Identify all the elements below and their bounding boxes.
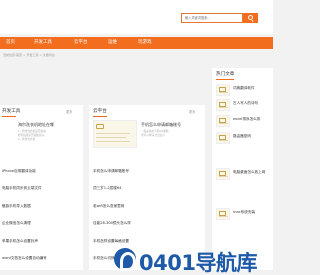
list-item[interactable]: 企业微信怎么清理	[2, 221, 31, 226]
list-item[interactable]: 电脑手机同步到云端文件	[2, 186, 42, 191]
list-item[interactable]: 顶三岁1-2层楼64	[93, 186, 121, 191]
thumbnail-line	[96, 133, 130, 134]
thumbnail-line	[96, 141, 130, 142]
nav-home[interactable]: 首页	[6, 39, 15, 46]
article-thumbnail[interactable]	[216, 99, 230, 111]
list-item[interactable]: 苹果手机怎么设置铃声	[2, 239, 38, 244]
watermark: 0401导航库	[112, 243, 273, 275]
article-thumbnail[interactable]	[216, 132, 230, 144]
title-underline	[2, 116, 16, 117]
panel-title: 云平台	[93, 109, 107, 114]
more-link[interactable]: 更多	[189, 109, 195, 114]
breadcrumb: 当前位置:首页 > 开发工具 > 文章列表	[3, 53, 55, 57]
nav-ops[interactable]: 运维	[108, 39, 117, 46]
search-button[interactable]	[243, 13, 258, 23]
thumbnail-logo	[96, 124, 104, 129]
panel-hot-articles: 热门文章 词典翻译软件 古人写人的诗句 excel排序怎么排 路由器密码 电脑桌…	[212, 68, 273, 270]
featured-thumbnail[interactable]	[93, 120, 137, 148]
title-underline	[93, 116, 107, 117]
title-underline	[216, 79, 234, 80]
search-input[interactable]	[181, 13, 243, 23]
main-nav: 首页 开发工具 云平台 运维 玩游戏	[0, 37, 273, 49]
nav-games[interactable]: 玩游戏	[138, 39, 152, 46]
list-item[interactable]: 手机怎么申请邮箱账号	[93, 169, 129, 174]
thumbnail-line	[96, 137, 126, 138]
hot-article-title[interactable]: 古人写人的诗句	[233, 101, 258, 106]
article-thumbnail[interactable]	[216, 84, 230, 96]
hot-article-title[interactable]: 电脑桌面怎么放上网	[233, 170, 265, 175]
nav-cloud[interactable]: 云平台	[74, 39, 88, 46]
list-item[interactable]: 佳能28-300镜头怎么样	[93, 221, 131, 226]
panel-dev-tools: 开发工具 更多 海尔洗衣机地址在哪 1、检查洗衣机是否漏电, 检查插座是否接触良…	[0, 105, 83, 270]
list-item[interactable]: 老wifi怎么查家里网	[93, 204, 124, 209]
watermark-text: 0401导航库	[139, 251, 257, 275]
panel-title: 热门文章	[216, 72, 235, 77]
hot-article-title[interactable]: excel排序怎么排	[233, 117, 260, 122]
article-thumbnail[interactable]	[216, 208, 230, 220]
hot-article-title[interactable]: 路由器密码	[233, 134, 251, 139]
panel-title: 开发工具	[2, 109, 21, 114]
article-thumbnail[interactable]	[216, 168, 230, 180]
featured-title[interactable]: 海尔洗衣机地址在哪	[18, 122, 54, 128]
featured-title[interactable]: 手机怎么申请邮箱账号	[141, 122, 181, 128]
article-thumbnail[interactable]	[216, 115, 230, 127]
list-item[interactable]: iPhone自带翻译功能	[2, 169, 36, 174]
more-link[interactable]: 更多	[66, 109, 72, 114]
search-icon	[248, 15, 253, 20]
hot-article-title[interactable]: 词典翻译软件	[233, 86, 255, 91]
watermark-logo-icon	[114, 248, 136, 271]
list-item[interactable]: word文档怎么设置自动编号	[2, 256, 47, 261]
hot-article-title[interactable]: mac系统安装	[233, 210, 255, 215]
nav-dev-tools[interactable]: 开发工具	[34, 39, 52, 46]
header	[0, 0, 273, 34]
featured-desc-2: 里可以申请,方法如下	[141, 134, 166, 137]
list-item[interactable]: 魅族手机导入数据	[2, 204, 31, 209]
featured-desc-3: 2、检查洗衣机	[18, 138, 36, 141]
